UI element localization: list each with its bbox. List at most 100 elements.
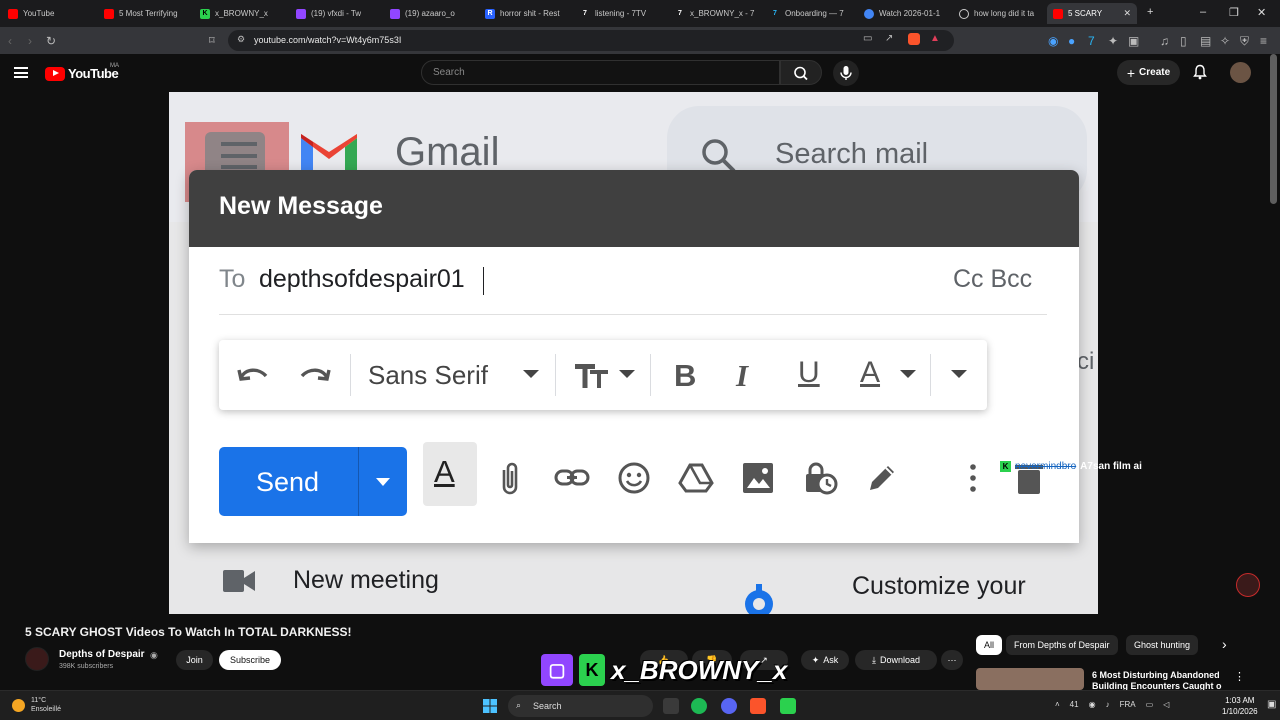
microphone-icon[interactable]: ♪	[1106, 700, 1110, 709]
reload-icon[interactable]: ↻	[46, 34, 56, 48]
browser-tab[interactable]: (19) vfxdi - Tw	[296, 3, 376, 24]
chip-all[interactable]: All	[976, 635, 1003, 655]
emoji-icon[interactable]	[616, 460, 652, 496]
chip-from-channel[interactable]: From Depths of Despair	[1006, 635, 1118, 655]
attach-file-icon[interactable]	[492, 460, 528, 496]
windows-start-icon[interactable]	[483, 699, 497, 713]
video-player[interactable]: Gmail Search mail ci New Message To dept…	[169, 92, 1098, 614]
italic-icon[interactable]: I	[736, 358, 748, 394]
channel-avatar[interactable]	[25, 647, 49, 671]
volume-icon[interactable]: ◁	[1163, 700, 1169, 709]
network-icon[interactable]: ▭	[1146, 700, 1154, 709]
browser-tab[interactable]: Kx_BROWNY_x	[200, 3, 280, 24]
channel-watermark-icon[interactable]	[1236, 573, 1260, 597]
page-scrollbar[interactable]	[1270, 54, 1277, 204]
join-button[interactable]: Join	[176, 650, 213, 670]
browser-tab[interactable]: YouTube	[8, 3, 90, 24]
media-icon[interactable]: ♫	[1160, 34, 1169, 48]
notifications-bell-icon[interactable]	[1193, 64, 1207, 80]
taskbar-search[interactable]: ⌕ Search	[508, 695, 653, 717]
user-avatar[interactable]	[1230, 62, 1251, 83]
font-size-icon[interactable]	[573, 360, 613, 390]
chevron-down-icon[interactable]	[522, 368, 540, 380]
share-icon[interactable]: ↗	[885, 33, 893, 44]
browser-tab[interactable]: (19) azaaro_o	[390, 3, 470, 24]
vpn-icon[interactable]: ⛨	[1240, 34, 1249, 49]
search-input[interactable]: Search	[421, 60, 780, 85]
chip-ghost-hunting[interactable]: Ghost hunting	[1126, 635, 1199, 655]
bold-icon[interactable]: B	[674, 358, 696, 394]
kick-app-icon[interactable]	[780, 698, 796, 714]
forward-icon[interactable]: ›	[28, 34, 32, 48]
font-family-select[interactable]: Sans Serif	[368, 360, 488, 391]
more-formatting-icon[interactable]	[950, 368, 968, 380]
puzzle-icon[interactable]: ✦	[1108, 34, 1118, 48]
more-options-icon[interactable]	[955, 460, 991, 496]
brave-shield-icon[interactable]	[908, 33, 920, 45]
7tv-extension-icon[interactable]: 7	[1088, 34, 1095, 48]
signature-pen-icon[interactable]	[864, 460, 900, 496]
address-bar[interactable]: ⚙ youtube.com/watch?v=Wt4y6m75s3I ▭ ↗ ▲	[228, 30, 954, 51]
close-tab-icon[interactable]: ✕	[1123, 8, 1131, 19]
bookmark-icon[interactable]: ⌑	[209, 34, 215, 47]
maximize-icon[interactable]: ❐	[1229, 6, 1239, 19]
app-tray-icon[interactable]: ◉	[1089, 700, 1096, 709]
minimize-icon[interactable]: –	[1200, 6, 1206, 18]
download-button[interactable]: ⤓ Download	[855, 650, 937, 670]
weather-widget[interactable]: 11°C Ensoleillé	[12, 696, 61, 714]
undo-icon[interactable]	[235, 360, 271, 390]
leo-icon[interactable]: ✧	[1220, 34, 1230, 48]
recommended-thumbnail[interactable]	[976, 668, 1084, 690]
browser-tab-active[interactable]: 5 SCARY ✕	[1047, 3, 1137, 24]
voice-search-button[interactable]	[833, 60, 859, 86]
browser-tab[interactable]: Rhorror shit - Rest	[485, 3, 565, 24]
browser-tab[interactable]: Watch 2026-01-1	[864, 3, 944, 24]
spotify-icon[interactable]	[691, 698, 707, 714]
recommended-title[interactable]: 6 Most Disturbing Abandoned Building Enc…	[1092, 670, 1222, 690]
notification-icon[interactable]: ▣	[1267, 699, 1276, 710]
confidential-mode-icon[interactable]	[802, 460, 838, 496]
task-view-icon[interactable]	[663, 698, 679, 714]
extension-icon[interactable]: ◉	[1048, 34, 1058, 48]
chevron-right-icon[interactable]: ›	[1222, 636, 1227, 652]
close-window-icon[interactable]: ✕	[1257, 6, 1266, 19]
text-color-icon[interactable]: A	[860, 356, 880, 390]
formatting-options-button[interactable]: A	[423, 442, 477, 506]
extension-icon[interactable]: ●	[1068, 34, 1075, 48]
chevron-down-icon[interactable]	[618, 368, 636, 380]
send-button[interactable]: Send	[219, 447, 407, 516]
extension-icon[interactable]: ▣	[1128, 34, 1139, 48]
channel-name[interactable]: Depths of Despair	[59, 649, 145, 660]
menu-icon[interactable]: ≡	[1260, 34, 1267, 48]
redo-icon[interactable]	[297, 360, 333, 390]
create-button[interactable]: + Create	[1117, 60, 1180, 85]
browser-tab[interactable]: 7 Onboarding — 7	[770, 3, 850, 24]
underline-icon[interactable]: U	[798, 356, 820, 390]
system-clock[interactable]: 1:03 AM 1/10/2026	[1222, 695, 1258, 717]
subscribe-button[interactable]: Subscribe	[219, 650, 281, 670]
insert-photo-icon[interactable]	[740, 460, 776, 496]
cast-icon[interactable]: ▭	[863, 33, 872, 44]
new-tab-icon[interactable]: +	[1147, 6, 1153, 18]
site-info-icon[interactable]: ⚙	[237, 34, 245, 45]
menu-icon[interactable]	[14, 67, 28, 78]
chevron-down-icon[interactable]	[899, 368, 917, 380]
browser-tab[interactable]: 5 Most Terrifying	[104, 3, 184, 24]
discord-icon[interactable]	[721, 698, 737, 714]
cc-bcc-links[interactable]: Cc Bcc	[953, 265, 1032, 294]
browser-tab[interactable]: 7 listening - 7TV	[580, 3, 660, 24]
insert-link-icon[interactable]	[554, 460, 590, 496]
google-drive-icon[interactable]	[678, 460, 714, 496]
more-actions-button[interactable]: ⋯	[941, 650, 963, 670]
sidebar-icon[interactable]: ▯	[1180, 34, 1187, 48]
browser-tab[interactable]: 7 x_BROWNY_x - 7	[675, 3, 755, 24]
language-indicator[interactable]: FRA	[1120, 700, 1136, 709]
wallet-icon[interactable]: ▤	[1200, 34, 1211, 48]
rewards-icon[interactable]: ▲	[930, 33, 940, 44]
more-vertical-icon[interactable]: ⋮	[1234, 670, 1245, 683]
chevron-up-icon[interactable]: ˄	[1055, 700, 1060, 709]
youtube-logo[interactable]: YouTube	[45, 66, 119, 81]
to-field[interactable]: depthsofdespair01	[259, 265, 465, 294]
search-button[interactable]	[780, 60, 822, 85]
brave-browser-icon[interactable]	[750, 698, 766, 714]
